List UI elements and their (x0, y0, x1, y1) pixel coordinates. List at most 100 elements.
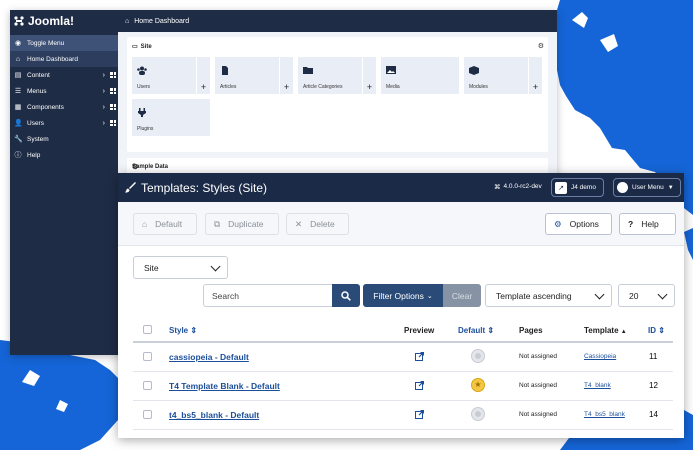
delete-button[interactable]: ✕ Delete (286, 213, 349, 235)
file-icon: ▤ (14, 72, 22, 79)
gear-icon[interactable]: ⚙ (132, 163, 544, 171)
close-icon: ✕ (295, 218, 303, 229)
row-checkbox[interactable] (143, 352, 152, 361)
dashboard-grid-icon[interactable] (110, 88, 116, 94)
site-card-title-text: Site (140, 43, 152, 50)
filter-options-button[interactable]: Filter Options ⌄ (363, 284, 443, 307)
dashboard-grid-icon[interactable] (110, 72, 116, 78)
external-link-icon[interactable] (415, 381, 424, 390)
template-link[interactable]: T4_blank (584, 382, 611, 389)
tile-plugins[interactable]: Plugins (132, 99, 210, 136)
sidebar-item-label: Users (27, 119, 44, 127)
home-icon: ⌂ (15, 55, 21, 63)
sidebar-item-content[interactable]: ▤ Content › (10, 67, 118, 83)
joomla-logo-icon (14, 16, 24, 26)
question-icon: ? (628, 219, 634, 229)
sidebar-item-home-dashboard[interactable]: ⌂ Home Dashboard (10, 51, 118, 67)
site-link-button[interactable]: ↗ J4 demo (551, 178, 604, 197)
column-preview: Preview (404, 326, 435, 335)
client-select-value: Site (144, 262, 159, 273)
template-link[interactable]: Cassiopeia (584, 353, 616, 360)
chevron-down-icon (210, 261, 221, 272)
dashboard-grid-icon[interactable] (110, 104, 116, 110)
tile-label: Article Categories (303, 84, 343, 90)
joomla-logo[interactable]: Joomla! (10, 10, 118, 32)
sidebar-item-system[interactable]: 🔧 System (10, 131, 118, 147)
sidebar-item-label: System (27, 135, 49, 143)
add-article-button[interactable]: + (279, 57, 293, 94)
column-default[interactable]: Default ⇕ (458, 326, 494, 335)
dashboard-grid-icon[interactable] (110, 120, 116, 126)
user-menu-button[interactable]: User Menu ▼ (613, 178, 681, 197)
external-link-icon[interactable] (415, 352, 424, 361)
sidebar-item-help[interactable]: ⓘ Help (10, 147, 118, 163)
sidebar: Joomla! ◉ Toggle Menu ⌂ Home Dashboard ▤… (10, 10, 118, 355)
sidebar-item-label: Home Dashboard (27, 55, 78, 63)
toggle-menu-button[interactable]: ◉ Toggle Menu (10, 35, 118, 51)
image-icon (386, 66, 396, 74)
search-input[interactable]: Search (203, 284, 333, 307)
column-style[interactable]: Style ⇕ (169, 326, 197, 335)
users-icon (137, 66, 147, 75)
tile-media[interactable]: Media (381, 57, 459, 94)
tile-articles[interactable]: Articles + (215, 57, 293, 94)
row-checkbox[interactable] (143, 381, 152, 390)
chevron-right-icon: › (102, 87, 105, 95)
add-user-button[interactable]: + (196, 57, 210, 94)
sort-select[interactable]: Template ascending (485, 284, 612, 307)
filter-options-label: Filter Options (373, 290, 424, 301)
table-row: t4_bs5_blank - Default Not assigned T4_b… (133, 401, 673, 430)
version-text: 4.0.0-rc2-dev (503, 183, 542, 190)
gear-icon: ⚙ (554, 218, 562, 229)
tile-modules[interactable]: Modules + (464, 57, 542, 94)
sidebar-item-users[interactable]: 👤 Users › (10, 115, 118, 131)
row-checkbox[interactable] (143, 410, 152, 419)
external-link-icon: ↗ (555, 181, 567, 194)
id-value: 11 (649, 352, 658, 361)
tile-users[interactable]: Users + (132, 57, 210, 94)
style-link[interactable]: cassiopeia - Default (169, 352, 249, 362)
default-star-icon[interactable]: ★ (471, 378, 485, 392)
limit-select-value: 20 (629, 290, 639, 301)
add-module-button[interactable]: + (528, 57, 542, 94)
help-button[interactable]: ? Help (619, 213, 676, 235)
cubes-icon: ▦ (14, 104, 22, 111)
default-button[interactable]: ⌂ Default (133, 213, 197, 235)
add-category-button[interactable]: + (362, 57, 376, 94)
sort-ascending-icon: ▲ (620, 329, 627, 335)
gear-icon[interactable]: ⚙ (538, 42, 544, 50)
joomla-version-icon: ⌘ (494, 184, 501, 191)
column-template[interactable]: Template ▲ (584, 326, 627, 335)
page-title: Home Dashboard (134, 17, 190, 25)
duplicate-button[interactable]: ⧉ Duplicate (205, 213, 279, 235)
table-row: cassiopeia - Default Not assigned Cassio… (133, 343, 673, 372)
column-id[interactable]: ID ⇕ (648, 326, 665, 335)
client-select[interactable]: Site (133, 256, 228, 279)
clear-button[interactable]: Clear (443, 284, 481, 307)
column-label: ID (648, 326, 656, 335)
sidebar-item-components[interactable]: ▦ Components › (10, 99, 118, 115)
chevron-down-icon (594, 289, 605, 300)
chevron-right-icon: › (102, 103, 105, 111)
limit-select[interactable]: 20 (618, 284, 675, 307)
toggle-icon: ◉ (14, 40, 22, 47)
chevron-right-icon: › (102, 71, 105, 79)
tile-label: Users (137, 84, 151, 90)
external-link-icon[interactable] (415, 410, 424, 419)
style-link[interactable]: T4 Template Blank - Default (169, 381, 280, 391)
tile-label: Media (386, 84, 400, 90)
search-button[interactable] (332, 284, 360, 307)
tile-article-categories[interactable]: Article Categories + (298, 57, 376, 94)
select-all-checkbox[interactable] (143, 325, 152, 334)
options-button[interactable]: ⚙ Options (545, 213, 612, 235)
set-default-toggle[interactable] (471, 349, 485, 363)
delete-button-label: Delete (310, 219, 335, 229)
sidebar-item-menus[interactable]: ☰ Menus › (10, 83, 118, 99)
table-header: Style ⇕ Preview Default ⇕ Pages Template… (133, 318, 673, 343)
template-link[interactable]: T4_bs5_blank (584, 411, 625, 418)
set-default-toggle[interactable] (471, 407, 485, 421)
style-link[interactable]: t4_bs5_blank - Default (169, 410, 259, 420)
site-card: ▭ Site ⚙ Users + Articles + Article Cate… (127, 37, 548, 152)
tile-label: Modules (469, 84, 488, 90)
toolbar: ⌂ Default ⧉ Duplicate ✕ Delete ⚙ Options… (118, 202, 684, 246)
